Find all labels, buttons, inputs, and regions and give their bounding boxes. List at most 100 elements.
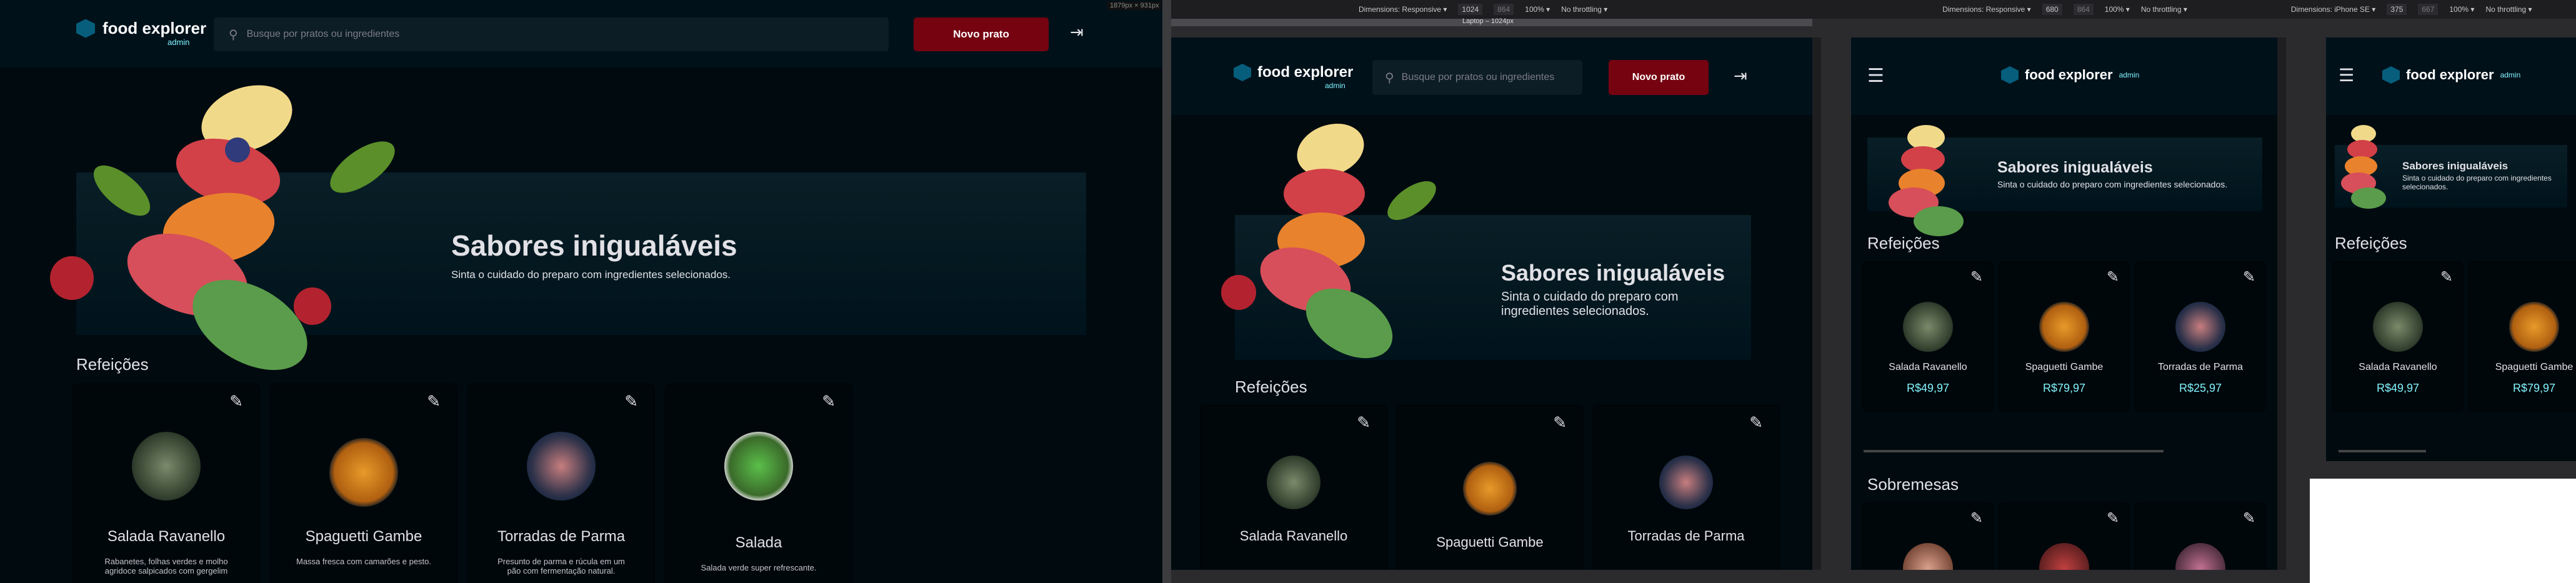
- dish-card[interactable]: ✎ Salada Ravanello R$49,97: [1862, 261, 1994, 411]
- menu-icon[interactable]: ☰: [2339, 65, 2354, 86]
- dish-name[interactable]: Salada Ravanello: [1201, 528, 1387, 544]
- dish-desc: Salada verde super refrescante.: [701, 563, 817, 572]
- dish-card[interactable]: ✎ Spaguetti Gambe R$79,97: [1999, 261, 2130, 411]
- dish-image[interactable]: [2509, 302, 2559, 352]
- dish-name[interactable]: Salada Ravanello: [73, 528, 259, 546]
- edit-pencil-icon[interactable]: ✎: [1970, 509, 1983, 527]
- edit-pencil-icon[interactable]: ✎: [229, 392, 243, 411]
- p3-throttle[interactable]: No throttling ▾: [2485, 5, 2532, 14]
- p2-zoom[interactable]: 100% ▾: [2105, 5, 2130, 14]
- resize-handle[interactable]: [2277, 37, 2286, 570]
- dish-name[interactable]: Torradas de Parma: [468, 528, 654, 546]
- menu-icon[interactable]: ☰: [1867, 65, 1884, 87]
- logo[interactable]: food explorer admin: [2001, 66, 2139, 84]
- dish-card[interactable]: ✎: [2135, 502, 2266, 570]
- p2-width[interactable]: 680: [2042, 4, 2062, 15]
- p1-throttle[interactable]: No throttling ▾: [1561, 5, 1607, 14]
- p3-zoom[interactable]: 100% ▾: [2449, 5, 2474, 14]
- p2-throttle[interactable]: No throttling ▾: [2141, 5, 2187, 14]
- dish-image[interactable]: [527, 432, 596, 501]
- dish-card[interactable]: ✎ Torradas de Parma Presunto de parma e …: [467, 384, 655, 583]
- dish-image[interactable]: [2039, 302, 2089, 352]
- p1-zoom[interactable]: 100% ▾: [1525, 5, 1550, 14]
- edit-pencil-icon[interactable]: ✎: [2107, 509, 2119, 527]
- new-dish-button[interactable]: Novo prato: [914, 17, 1049, 51]
- logo[interactable]: food explorer: [76, 19, 206, 38]
- tablet-panel: ☰ food explorer admin Sabores inigualáve…: [1851, 37, 2277, 570]
- dish-price: R$79,97: [2042, 382, 2086, 394]
- dish-name[interactable]: Salada: [666, 534, 852, 552]
- dish-card[interactable]: ✎ Salada Salada verde super refrescante.: [665, 384, 852, 583]
- dish-name[interactable]: Salada Ravanello: [1863, 362, 1993, 373]
- dish-image[interactable]: [1659, 456, 1713, 509]
- logo-admin: admin: [2119, 71, 2140, 79]
- dish-name[interactable]: Spaguetti Gambe: [271, 528, 457, 546]
- macarons-image: [50, 73, 437, 389]
- carousel-scrollbar[interactable]: [1864, 450, 2164, 452]
- dish-name[interactable]: Salada Ravanello: [2333, 362, 2463, 373]
- dish-price: R$49,97: [2376, 382, 2420, 394]
- logout-icon[interactable]: ⇥: [1070, 22, 1089, 41]
- dish-name[interactable]: Spaguetti Gambe: [1999, 362, 2129, 373]
- p2-height[interactable]: 864: [2073, 4, 2094, 15]
- p3-dimensions[interactable]: Dimensions: iPhone SE ▾: [2291, 5, 2375, 14]
- search-input[interactable]: ⚲ Busque por pratos ou ingredientes: [214, 17, 889, 51]
- dish-image[interactable]: [1267, 456, 1320, 509]
- edit-pencil-icon[interactable]: ✎: [1357, 413, 1370, 432]
- logout-icon[interactable]: ⇥: [1734, 66, 1747, 86]
- dish-image[interactable]: [2039, 543, 2089, 570]
- carousel-scrollbar[interactable]: [2339, 450, 2426, 452]
- edit-pencil-icon[interactable]: ✎: [2440, 268, 2453, 286]
- dish-card[interactable]: ✎ Salada Ravanello R$49,97: [2332, 261, 2464, 411]
- dish-card[interactable]: ✎: [1999, 502, 2130, 570]
- dish-name[interactable]: Spaguetti Gambe: [1397, 534, 1583, 551]
- dish-image[interactable]: [1903, 302, 1953, 352]
- dish-image[interactable]: [2373, 302, 2423, 352]
- edit-pencil-icon[interactable]: ✎: [1749, 413, 1763, 432]
- edit-pencil-icon[interactable]: ✎: [2243, 268, 2255, 286]
- edit-pencil-icon[interactable]: ✎: [1970, 268, 1983, 286]
- new-dish-button[interactable]: Novo prato: [1609, 60, 1709, 95]
- dish-image[interactable]: [1463, 462, 1517, 516]
- dish-price: R$49,97: [1906, 382, 1950, 394]
- banner-title: Sabores inigualáveis: [1997, 159, 2153, 176]
- edit-pencil-icon[interactable]: ✎: [822, 392, 836, 411]
- dish-name[interactable]: Torradas de Parma: [2135, 362, 2265, 373]
- dish-image[interactable]: [724, 432, 793, 501]
- dish-name[interactable]: Torradas de Parma: [1593, 528, 1779, 544]
- p1-width[interactable]: 1024: [1458, 4, 1483, 15]
- dish-card[interactable]: ✎ Spaguetti Gambe Massa fresca com camar…: [270, 384, 457, 583]
- logo[interactable]: food explorer: [1234, 64, 1353, 81]
- dish-image[interactable]: [2175, 543, 2225, 570]
- p1-height[interactable]: 864: [1494, 4, 1514, 15]
- edit-pencil-icon[interactable]: ✎: [427, 392, 441, 411]
- dish-image[interactable]: [329, 438, 398, 507]
- dish-name[interactable]: Spaguetti Gambe: [2469, 362, 2576, 373]
- panel-scrollbar[interactable]: [1162, 0, 1171, 583]
- dish-card[interactable]: ✎ Spaguetti Gambe: [1396, 405, 1584, 570]
- search-input[interactable]: ⚲ Busque por pratos ou ingredientes: [1372, 60, 1582, 95]
- resize-handle[interactable]: [1812, 37, 1821, 570]
- dish-image[interactable]: [132, 432, 201, 501]
- edit-pencil-icon[interactable]: ✎: [624, 392, 638, 411]
- edit-pencil-icon[interactable]: ✎: [2243, 509, 2255, 527]
- dish-card[interactable]: ✎ Spaguetti Gambe R$79,97: [2469, 261, 2576, 411]
- edit-pencil-icon[interactable]: ✎: [2107, 268, 2119, 286]
- banner-subtitle: Sinta o cuidado do preparo com ingredien…: [1997, 179, 2228, 189]
- edit-pencil-icon[interactable]: ✎: [1553, 413, 1567, 432]
- logo-text: food explorer: [1257, 64, 1354, 81]
- logo[interactable]: food explorer admin: [2382, 66, 2520, 84]
- dish-image[interactable]: [2175, 302, 2225, 352]
- dish-card[interactable]: ✎ Torradas de Parma R$25,97: [2135, 261, 2266, 411]
- dish-image[interactable]: [1903, 543, 1953, 570]
- p1-dimensions[interactable]: Dimensions: Responsive ▾: [1359, 5, 1447, 14]
- p3-width[interactable]: 375: [2387, 4, 2407, 15]
- dish-desc: Massa fresca com camarões e pesto.: [296, 557, 432, 566]
- dish-card[interactable]: ✎ Salada Ravanello Rabanetes, folhas ver…: [72, 384, 260, 583]
- p2-dimensions[interactable]: Dimensions: Responsive ▾: [1942, 5, 2030, 14]
- dish-card[interactable]: ✎ Torradas de Parma: [1592, 405, 1780, 570]
- p3-height[interactable]: 667: [2418, 4, 2439, 15]
- dish-card[interactable]: ✎: [1862, 502, 1994, 570]
- logo-text: food explorer: [102, 19, 207, 37]
- dish-card[interactable]: ✎ Salada Ravanello: [1200, 405, 1387, 570]
